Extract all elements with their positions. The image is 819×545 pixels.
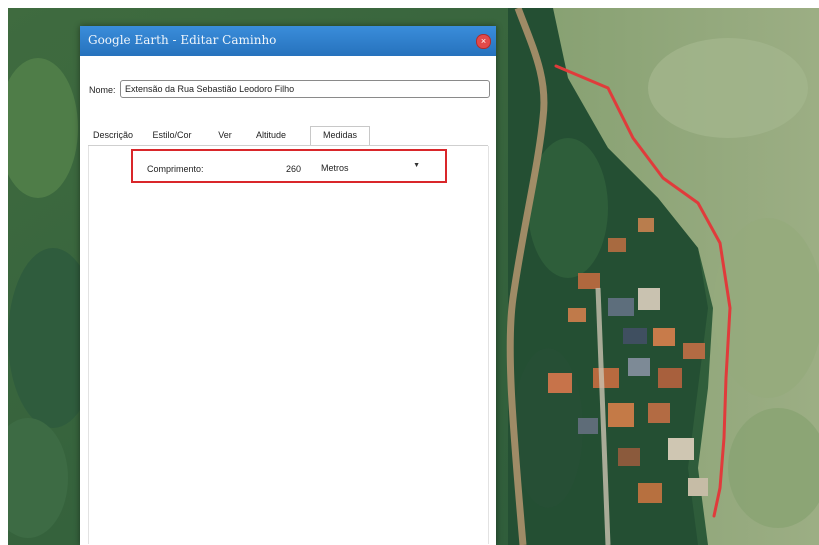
tab-view[interactable]: Ver: [214, 127, 236, 144]
name-input[interactable]: [120, 80, 490, 98]
titlebar[interactable]: Google Earth - Editar Caminho ×: [80, 26, 496, 56]
tab-measures[interactable]: Medidas: [310, 126, 370, 146]
tab-altitude[interactable]: Altitude: [250, 127, 292, 144]
length-value: 260: [286, 164, 302, 174]
screen: Google Earth - Editar Caminho × Nome: De…: [0, 0, 819, 545]
dialog-title: Google Earth - Editar Caminho: [88, 33, 277, 47]
chevron-down-icon: ▼: [413, 162, 420, 169]
unit-dropdown[interactable]: Metros ▼: [318, 159, 430, 175]
edit-path-dialog[interactable]: Google Earth - Editar Caminho × Nome: De…: [80, 26, 496, 545]
tab-style-color[interactable]: Estilo/Cor: [146, 127, 198, 144]
length-label: Comprimento:: [147, 164, 204, 174]
unit-selected-value: Metros: [321, 163, 349, 173]
tab-description[interactable]: Descrição: [90, 127, 136, 144]
measures-panel: [88, 146, 489, 544]
name-label: Nome:: [89, 85, 116, 95]
close-icon[interactable]: ×: [476, 34, 491, 49]
